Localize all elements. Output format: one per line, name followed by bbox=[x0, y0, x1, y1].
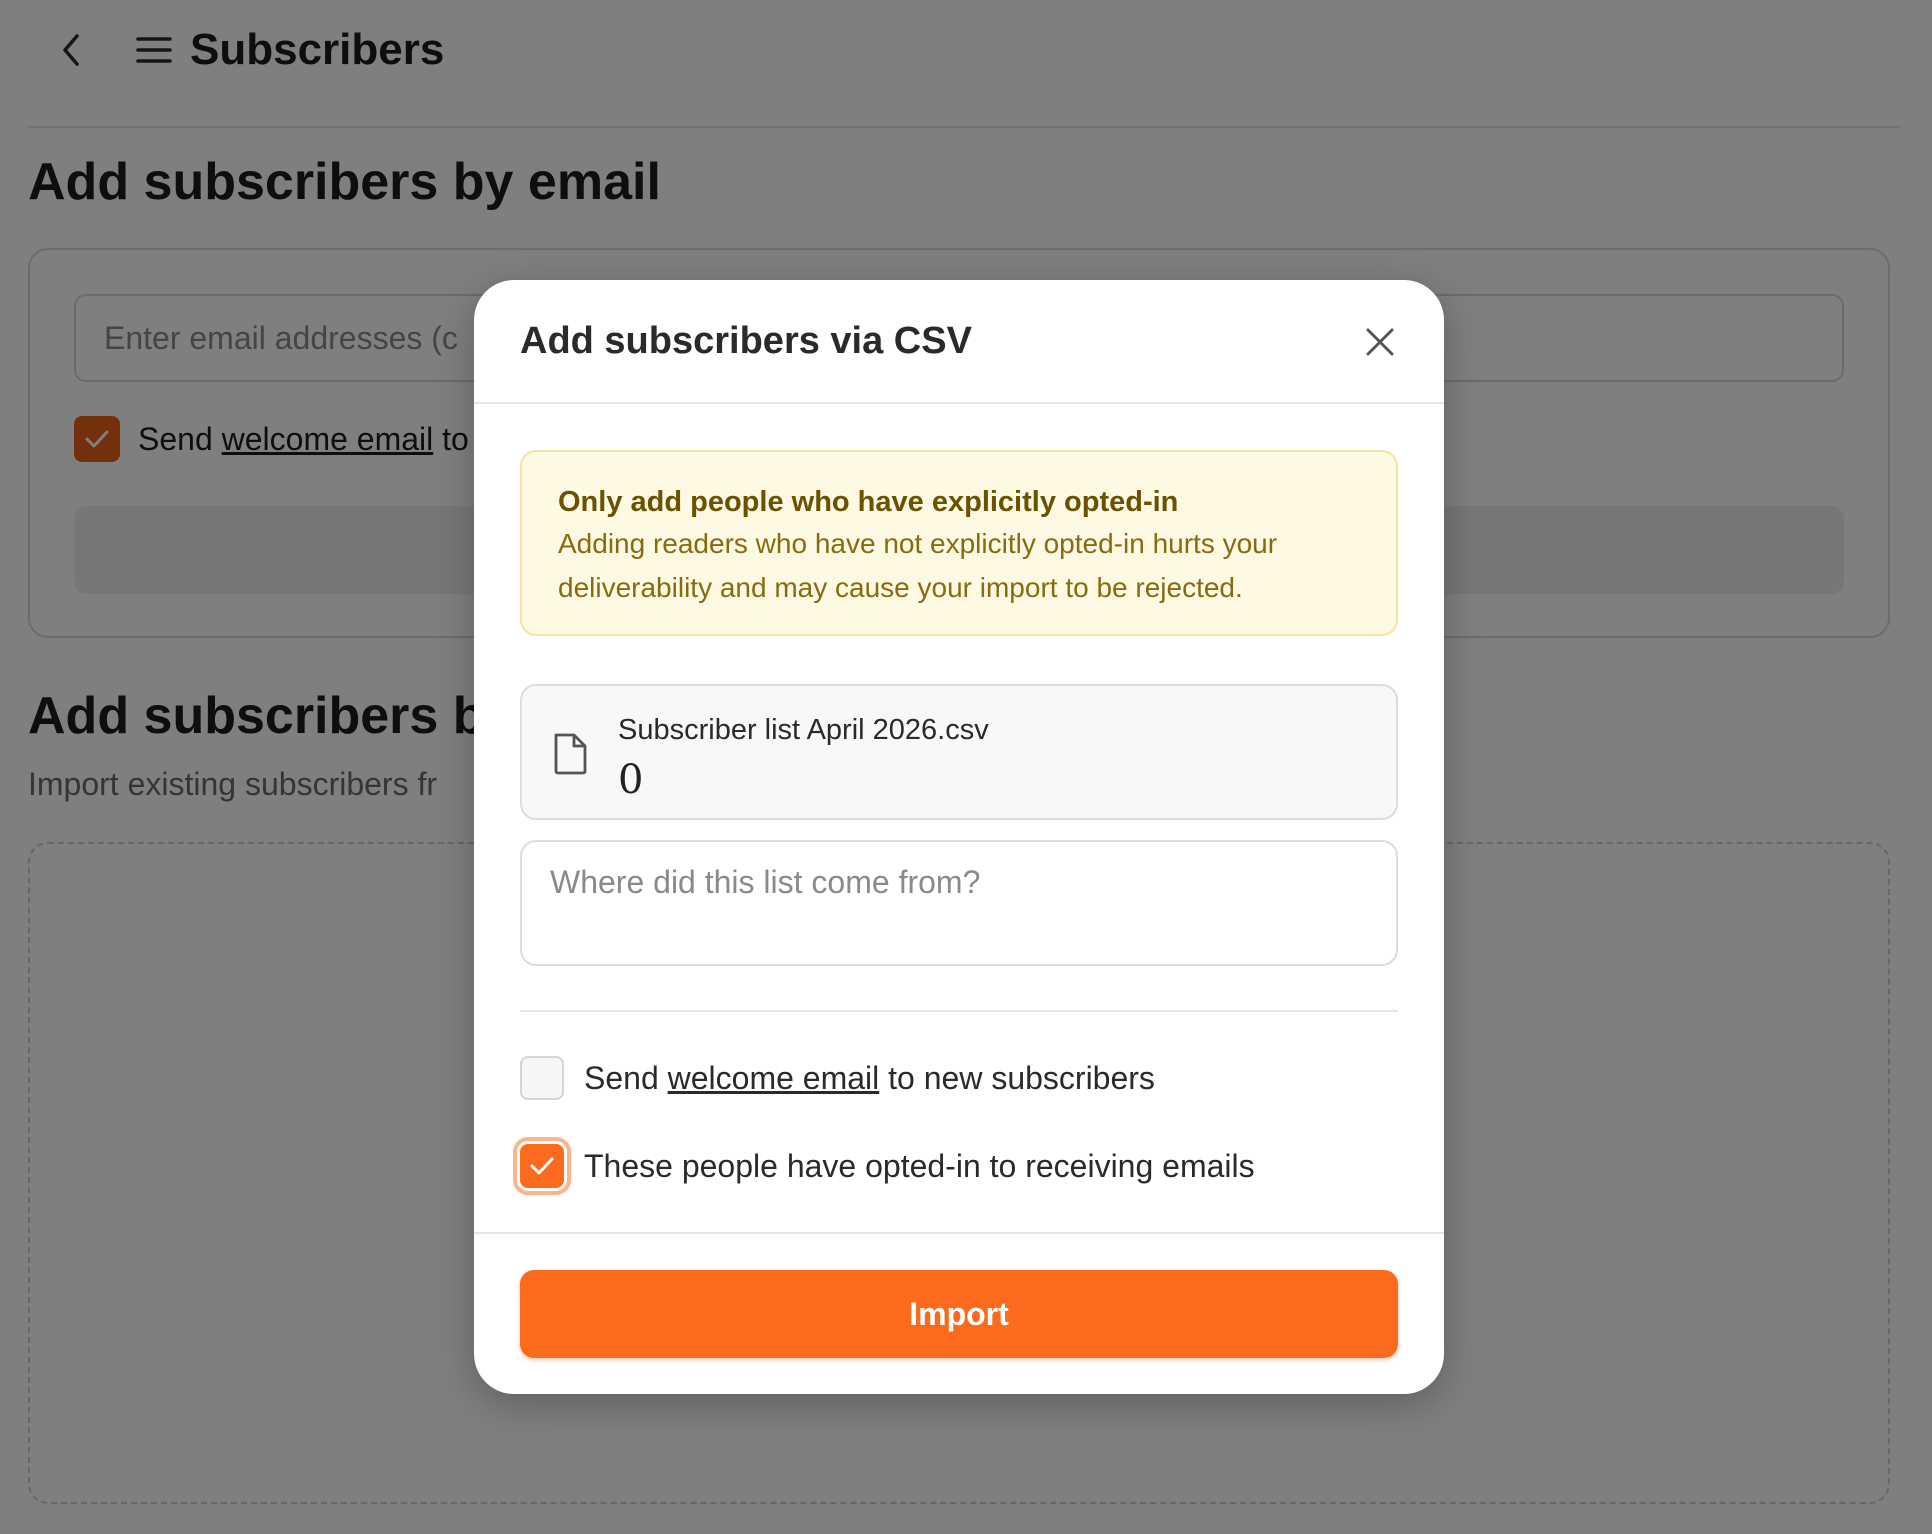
list-source-field[interactable] bbox=[520, 840, 1398, 966]
send-welcome-email-checkbox[interactable] bbox=[520, 1056, 564, 1100]
file-subscriber-count: 0 bbox=[618, 757, 644, 803]
opted-in-checkbox[interactable] bbox=[520, 1144, 564, 1188]
modal-title: Add subscribers via CSV bbox=[520, 320, 972, 362]
warning-title: Only add people who have explicitly opte… bbox=[558, 486, 1179, 518]
selected-file-card: Subscriber list April 2026.csv 0 bbox=[520, 684, 1398, 820]
opted-in-label: These people have opted-in to receiving … bbox=[584, 1147, 1255, 1184]
close-icon bbox=[1366, 328, 1394, 356]
modal-header: Add subscribers via CSV bbox=[474, 280, 1444, 404]
import-button[interactable]: Import bbox=[520, 1270, 1398, 1358]
csv-import-modal: Add subscribers via CSV Only add people … bbox=[474, 280, 1444, 1394]
file-name: Subscriber list April 2026.csv bbox=[618, 714, 989, 746]
welcome-option-prefix: Send bbox=[584, 1059, 668, 1096]
welcome-option-suffix: to new subscribers bbox=[879, 1059, 1155, 1096]
checkmark-icon bbox=[530, 1157, 554, 1175]
send-welcome-email-label: Send welcome email to new subscribers bbox=[584, 1060, 1155, 1097]
welcome-email-link[interactable]: welcome email bbox=[668, 1060, 880, 1096]
opt-in-option: These people have opted-in to receiving … bbox=[520, 1142, 1255, 1190]
warning-body: Adding readers who have not explicitly o… bbox=[558, 528, 1278, 603]
file-icon bbox=[554, 733, 587, 775]
close-button[interactable] bbox=[1354, 316, 1406, 368]
opt-in-warning: Only add people who have explicitly opte… bbox=[520, 450, 1398, 636]
footer-divider bbox=[474, 1232, 1444, 1234]
welcome-email-option: Send welcome email to new subscribers bbox=[520, 1054, 1155, 1102]
divider bbox=[520, 1010, 1398, 1012]
